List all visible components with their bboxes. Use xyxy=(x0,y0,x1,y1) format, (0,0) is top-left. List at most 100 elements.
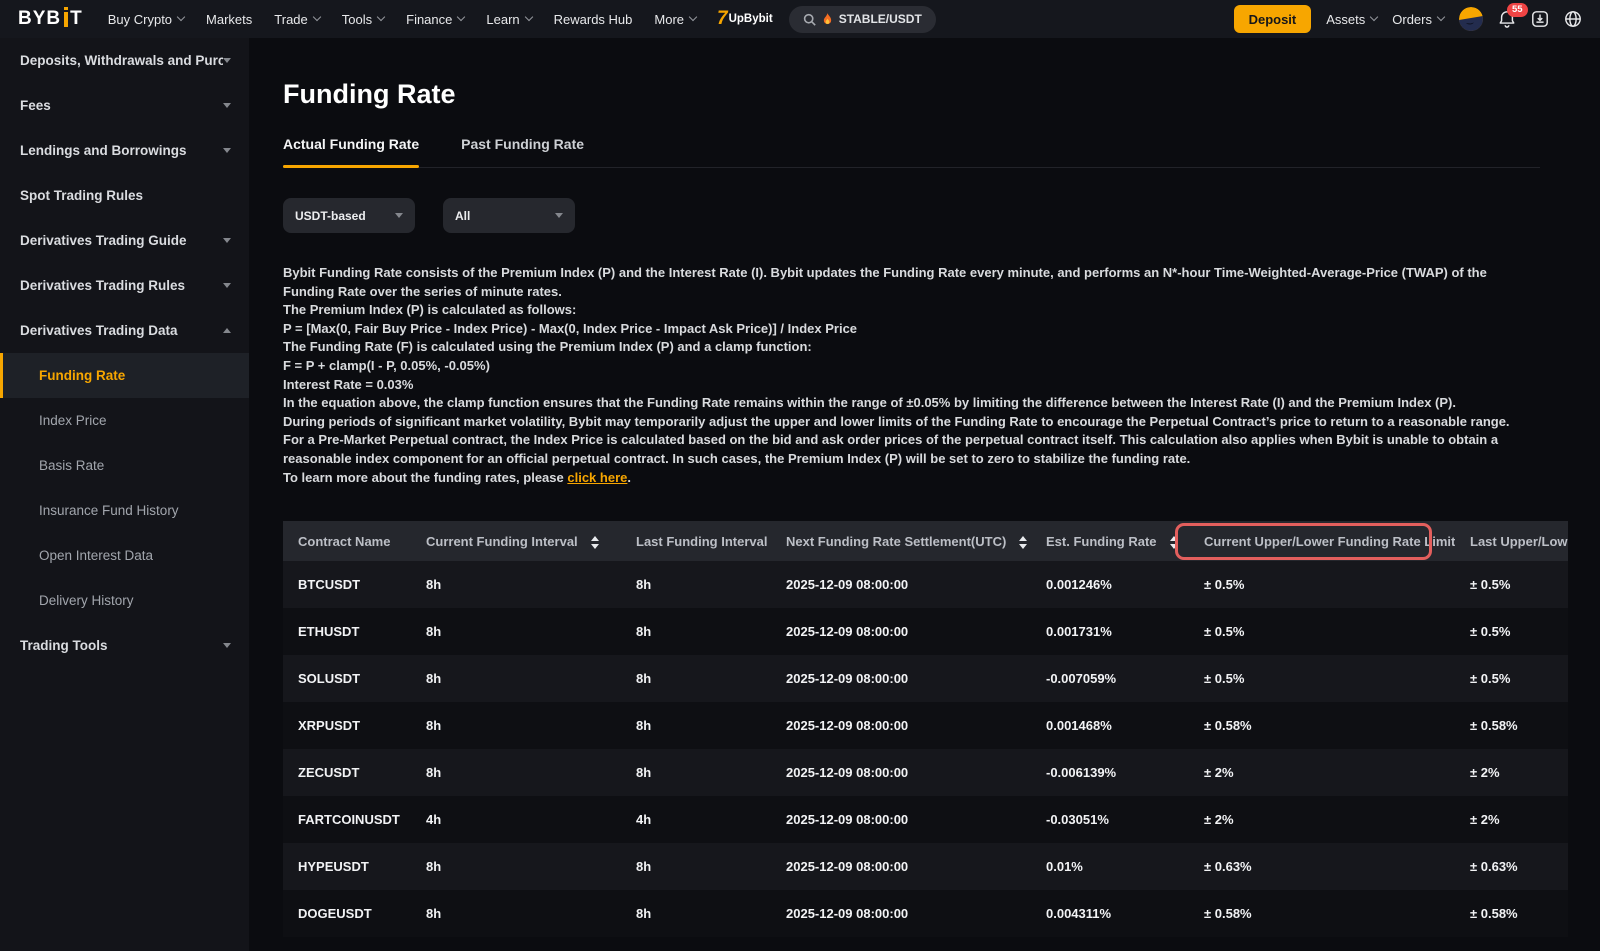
table-row-hypeusdt[interactable]: HYPEUSDT8h8h2025-12-09 08:00:000.01%± 0.… xyxy=(283,843,1568,890)
description-line: In the equation above, the clamp functio… xyxy=(283,394,1540,413)
assets-menu[interactable]: Assets xyxy=(1326,12,1377,27)
table-cell: 0.001246% xyxy=(1031,561,1189,608)
nav-menu: Buy Crypto Markets Trade Tools Finance Learn R… xyxy=(97,12,707,27)
description-line: During periods of significant market vol… xyxy=(283,413,1540,432)
table-cell: ± 0.5% xyxy=(1189,561,1455,608)
nav-item-more[interactable]: More xyxy=(654,12,696,27)
table-row-btcusdt[interactable]: BTCUSDT8h8h2025-12-09 08:00:000.001246%±… xyxy=(283,561,1568,608)
sidebar-subitem-index-price[interactable]: Index Price xyxy=(0,398,249,443)
table-row-xrpusdt[interactable]: XRPUSDT8h8h2025-12-09 08:00:000.001468%±… xyxy=(283,702,1568,749)
filter-dropdown-all[interactable]: All xyxy=(443,198,575,233)
description-lines: Bybit Funding Rate consists of the Premi… xyxy=(283,264,1540,469)
table-cell: ± 0.58% xyxy=(1189,890,1455,937)
filter-value: All xyxy=(455,209,470,223)
chevron-down-icon xyxy=(223,283,231,288)
notifications-button[interactable]: 55 xyxy=(1498,10,1516,28)
nav-item-learn[interactable]: Learn xyxy=(486,12,531,27)
tab-actual-funding-rate[interactable]: Actual Funding Rate xyxy=(283,136,419,167)
table-cell: 8h xyxy=(411,655,621,702)
nav-item-finance[interactable]: Finance xyxy=(406,12,464,27)
chevron-down-icon xyxy=(313,13,321,21)
table-cell: -0.006139% xyxy=(1031,749,1189,796)
sidebar-item-deposits-withdrawals-and-purcha[interactable]: Deposits, Withdrawals and Purcha... xyxy=(0,38,249,83)
sidebar-item-derivatives-trading-data[interactable]: Derivatives Trading Data xyxy=(0,308,249,353)
column-header-current-upper-lower-funding-rate-limits: Current Upper/Lower Funding Rate Limits xyxy=(1189,521,1455,561)
nav-item-label: Rewards Hub xyxy=(554,12,633,27)
table-row-zecusdt[interactable]: ZECUSDT8h8h2025-12-09 08:00:00-0.006139%… xyxy=(283,749,1568,796)
nav-item-trade[interactable]: Trade xyxy=(274,12,319,27)
description-line: For a Pre-Market Perpetual contract, the… xyxy=(283,431,1540,468)
sidebar-subitem-open-interest-data[interactable]: Open Interest Data xyxy=(0,533,249,578)
logo-orange-i xyxy=(64,12,68,27)
chevron-down-icon xyxy=(223,238,231,243)
sidebar-subitem-label: Funding Rate xyxy=(39,368,125,383)
column-header-contract-name: Contract Name xyxy=(283,521,411,561)
table-cell: 4h xyxy=(411,796,621,843)
sidebar-item-lendings-and-borrowings[interactable]: Lendings and Borrowings xyxy=(0,128,249,173)
sidebar-item-label: Derivatives Trading Data xyxy=(20,323,178,338)
sort-icon[interactable] xyxy=(1019,536,1027,549)
sidebar-subitem-delivery-history[interactable]: Delivery History xyxy=(0,578,249,623)
search-input[interactable]: STABLE/USDT xyxy=(789,6,936,33)
chevron-down-icon xyxy=(1370,13,1378,21)
table-cell: 2025-12-09 08:00:00 xyxy=(771,702,1031,749)
nav-item-label: Buy Crypto xyxy=(108,12,172,27)
column-header-last-upper-low: Last Upper/Low xyxy=(1455,521,1568,561)
upbybit-link[interactable]: 7 UpBybit xyxy=(717,8,773,30)
search-value: STABLE/USDT xyxy=(839,12,922,26)
avatar[interactable] xyxy=(1459,7,1483,31)
nav-item-buy-crypto[interactable]: Buy Crypto xyxy=(108,12,184,27)
sidebar-subitem-label: Delivery History xyxy=(39,593,134,608)
table-cell: ± 0.58% xyxy=(1189,702,1455,749)
table-cell: -0.03051% xyxy=(1031,796,1189,843)
sort-icon[interactable] xyxy=(591,536,599,549)
table-cell: 0.001468% xyxy=(1031,702,1189,749)
table-row-fartcoinusdt[interactable]: FARTCOINUSDT4h4h2025-12-09 08:00:00-0.03… xyxy=(283,796,1568,843)
sort-icon[interactable] xyxy=(1170,536,1178,549)
top-navigation: BYBT Buy Crypto Markets Trade Tools Finance L… xyxy=(0,0,1600,38)
sidebar-item-spot-trading-rules[interactable]: Spot Trading Rules xyxy=(0,173,249,218)
description-line: Interest Rate = 0.03% xyxy=(283,376,1540,395)
bybit-logo[interactable]: BYBT xyxy=(18,8,83,30)
logo-text-right: T xyxy=(70,8,83,30)
learn-more-prefix: To learn more about the funding rates, p… xyxy=(283,470,567,485)
table-body: BTCUSDT8h8h2025-12-09 08:00:000.001246%±… xyxy=(283,561,1568,937)
tab-past-funding-rate[interactable]: Past Funding Rate xyxy=(461,136,584,167)
orders-label: Orders xyxy=(1392,12,1432,27)
nav-item-rewards-hub[interactable]: Rewards Hub xyxy=(554,12,633,27)
table-cell: 8h xyxy=(411,749,621,796)
table-cell: ± 0.63% xyxy=(1455,843,1568,890)
language-button[interactable] xyxy=(1564,10,1582,28)
learn-more-line: To learn more about the funding rates, p… xyxy=(283,469,1540,488)
table-cell: ± 2% xyxy=(1455,796,1568,843)
orders-menu[interactable]: Orders xyxy=(1392,12,1444,27)
filter-value: USDT-based xyxy=(295,209,366,223)
sidebar-item-label: Derivatives Trading Rules xyxy=(20,278,185,293)
table-row-solusdt[interactable]: SOLUSDT8h8h2025-12-09 08:00:00-0.007059%… xyxy=(283,655,1568,702)
table-cell: 8h xyxy=(411,608,621,655)
table-cell: ± 0.58% xyxy=(1455,890,1568,937)
chevron-down-icon xyxy=(377,13,385,21)
sidebar-item-fees[interactable]: Fees xyxy=(0,83,249,128)
click-here-link[interactable]: click here xyxy=(567,470,627,485)
sidebar-item-derivatives-trading-rules[interactable]: Derivatives Trading Rules xyxy=(0,263,249,308)
nav-item-tools[interactable]: Tools xyxy=(342,12,384,27)
nav-item-markets[interactable]: Markets xyxy=(206,12,252,27)
download-app-button[interactable] xyxy=(1531,10,1549,28)
table-cell: ± 2% xyxy=(1189,796,1455,843)
sidebar-subitem-funding-rate[interactable]: Funding Rate xyxy=(0,353,249,398)
chevron-down-icon xyxy=(223,103,231,108)
sidebar-item-derivatives-trading-guide[interactable]: Derivatives Trading Guide xyxy=(0,218,249,263)
sidebar-item-label: Spot Trading Rules xyxy=(20,188,143,203)
deposit-button[interactable]: Deposit xyxy=(1234,5,1312,33)
table-row-dogeusdt[interactable]: DOGEUSDT8h8h2025-12-09 08:00:000.004311%… xyxy=(283,890,1568,937)
chevron-down-icon xyxy=(223,58,231,63)
column-header-label: Next Funding Rate Settlement(UTC) xyxy=(786,534,1006,549)
table-cell: ± 0.5% xyxy=(1455,561,1568,608)
sidebar-item-trading-tools[interactable]: Trading Tools xyxy=(0,623,249,668)
table-cell: 2025-12-09 08:00:00 xyxy=(771,749,1031,796)
table-row-ethusdt[interactable]: ETHUSDT8h8h2025-12-09 08:00:000.001731%±… xyxy=(283,608,1568,655)
sidebar-subitem-insurance-fund-history[interactable]: Insurance Fund History xyxy=(0,488,249,533)
sidebar-subitem-basis-rate[interactable]: Basis Rate xyxy=(0,443,249,488)
filter-dropdown-usdt-based[interactable]: USDT-based xyxy=(283,198,415,233)
